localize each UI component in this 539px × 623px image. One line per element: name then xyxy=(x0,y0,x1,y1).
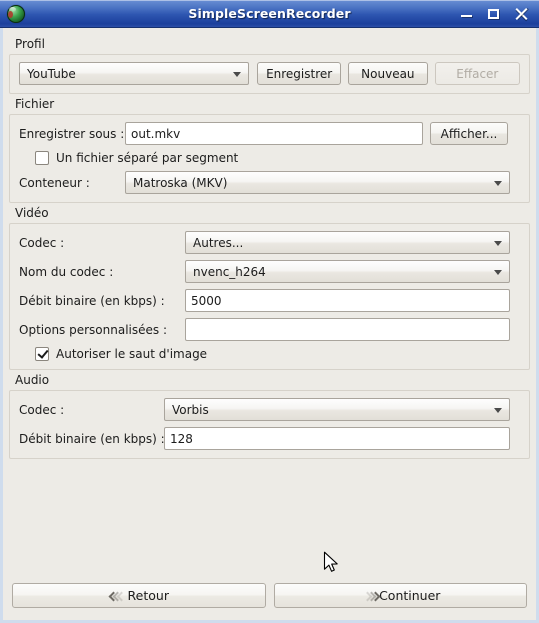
video-codec-select[interactable]: Autres... xyxy=(185,231,510,254)
allow-frame-skip-checkbox[interactable] xyxy=(35,347,49,361)
audio-codec-value: Vorbis xyxy=(172,402,209,417)
chevron-down-icon xyxy=(494,240,502,246)
mouse-cursor xyxy=(323,551,338,572)
file-group: Enregistrer sous : out.mkv Afficher... U… xyxy=(9,114,530,203)
allow-frame-skip-label: Autoriser le saut d'image xyxy=(56,347,208,361)
video-codec-name-select[interactable]: nvenc_h264 xyxy=(185,260,510,283)
allow-frame-skip-row[interactable]: Autoriser le saut d'image xyxy=(35,347,520,361)
container-label: Conteneur : xyxy=(19,175,90,190)
new-profile-button[interactable]: Nouveau xyxy=(348,62,428,85)
application-window: SimpleScreenRecorder Profil YouTube Enre… xyxy=(0,0,539,623)
video-codec-label: Codec : xyxy=(19,235,65,250)
container-select[interactable]: Matroska (MKV) xyxy=(125,171,510,194)
continue-button[interactable]: Continuer xyxy=(273,583,527,608)
window-titlebar[interactable]: SimpleScreenRecorder xyxy=(0,0,539,28)
chevron-down-icon xyxy=(233,71,242,77)
profile-select-value: YouTube xyxy=(27,66,76,81)
maximize-icon[interactable] xyxy=(487,7,501,21)
close-icon[interactable] xyxy=(514,7,528,21)
video-bitrate-value: 5000 xyxy=(191,293,222,308)
arrow-left-icon xyxy=(108,590,127,602)
video-bitrate-label: Débit binaire (en kbps) : xyxy=(19,293,165,308)
video-custom-options-input[interactable] xyxy=(185,318,510,341)
separate-file-row[interactable]: Un fichier séparé par segment xyxy=(35,151,520,165)
continue-button-label: Continuer xyxy=(379,588,441,603)
audio-codec-label: Codec : xyxy=(19,402,65,417)
video-bitrate-input[interactable]: 5000 xyxy=(185,289,510,312)
separate-file-label: Un fichier séparé par segment xyxy=(56,151,239,165)
audio-group-label: Audio xyxy=(15,373,50,387)
window-title: SimpleScreenRecorder xyxy=(188,6,351,21)
profile-select[interactable]: YouTube xyxy=(19,62,250,85)
window-controls xyxy=(460,7,528,21)
delete-profile-button: Effacer xyxy=(434,62,520,85)
audio-bitrate-input[interactable]: 128 xyxy=(164,427,510,450)
video-group-label: Vidéo xyxy=(15,206,49,220)
video-codec-name-value: nvenc_h264 xyxy=(193,264,266,279)
minimize-icon[interactable] xyxy=(460,7,474,21)
file-group-label: Fichier xyxy=(15,97,55,111)
save-profile-button[interactable]: Enregistrer xyxy=(257,62,342,85)
navigation-bar: Retour Continuer xyxy=(12,583,527,608)
chevron-down-icon xyxy=(494,180,502,186)
save-as-input[interactable]: out.mkv xyxy=(125,122,423,145)
app-globe-icon xyxy=(7,4,25,23)
window-client-area: Profil YouTube Enregistrer Nouveau Effac… xyxy=(0,28,539,623)
arrow-right-icon xyxy=(360,590,381,602)
chevron-down-icon xyxy=(494,269,502,275)
back-button[interactable]: Retour xyxy=(12,583,266,608)
video-group: Codec : Autres... Nom du codec : nvenc_h… xyxy=(9,223,530,370)
video-custom-options-label: Options personnalisées : xyxy=(19,322,168,337)
video-codec-value: Autres... xyxy=(193,235,244,250)
chevron-down-icon xyxy=(494,407,502,413)
separate-file-checkbox[interactable] xyxy=(35,151,49,165)
save-as-label: Enregistrer sous : xyxy=(19,126,125,141)
audio-bitrate-value: 128 xyxy=(170,431,193,446)
profile-group: YouTube Enregistrer Nouveau Effacer xyxy=(9,54,530,94)
container-select-value: Matroska (MKV) xyxy=(133,175,228,190)
profile-group-label: Profil xyxy=(15,37,45,51)
audio-group: Codec : Vorbis Débit binaire (en kbps) :… xyxy=(9,390,530,459)
video-codec-name-label: Nom du codec : xyxy=(19,264,114,279)
save-as-value: out.mkv xyxy=(131,126,181,141)
audio-codec-select[interactable]: Vorbis xyxy=(164,398,510,421)
back-button-label: Retour xyxy=(127,588,169,603)
audio-bitrate-label: Débit binaire (en kbps) : xyxy=(19,431,165,446)
browse-button[interactable]: Afficher... xyxy=(430,122,508,145)
